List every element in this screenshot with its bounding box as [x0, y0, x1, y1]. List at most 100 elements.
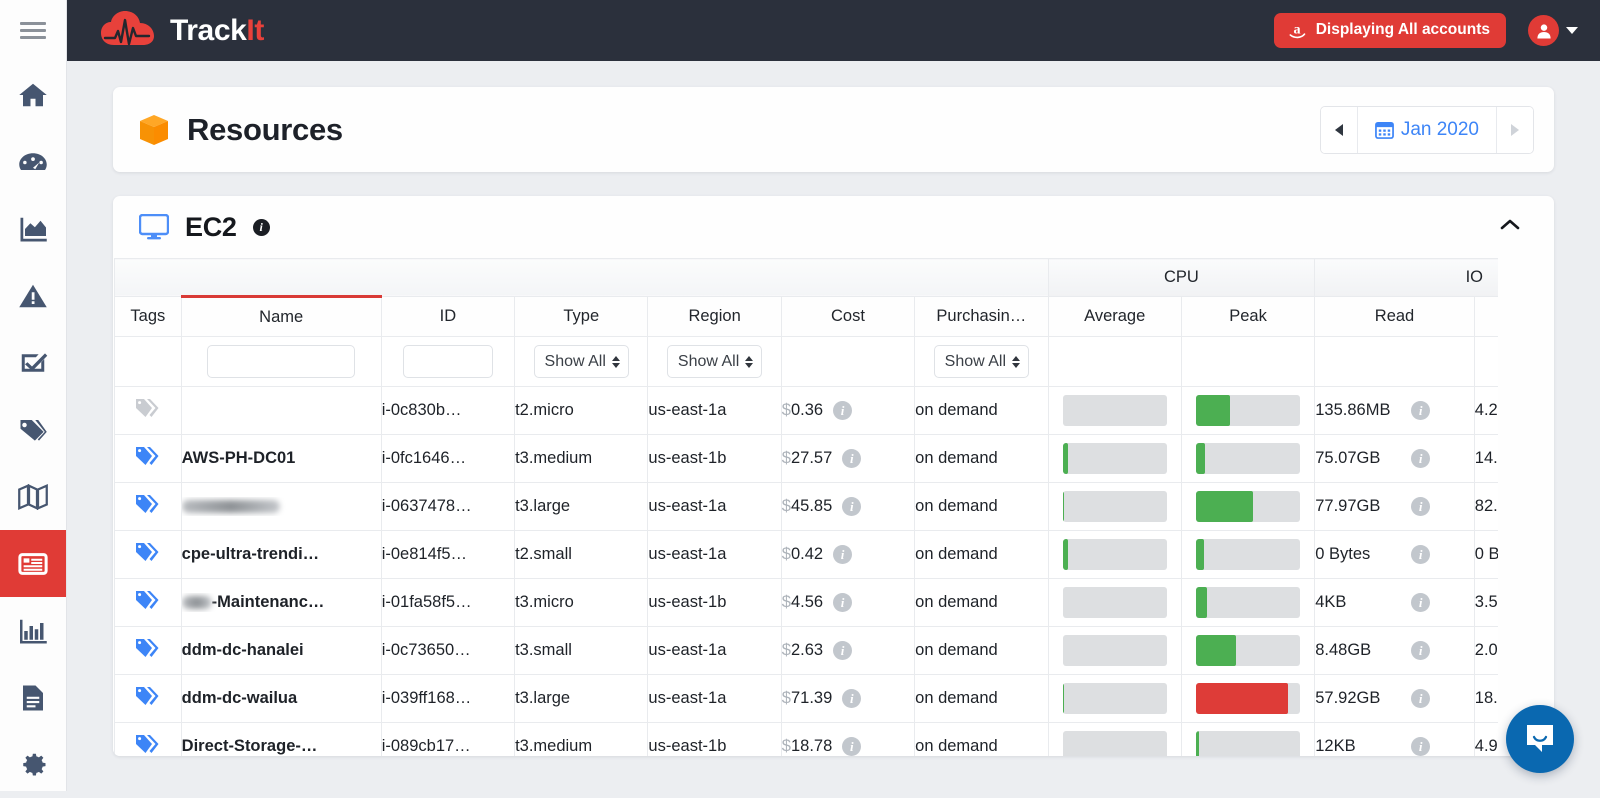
- hamburger-menu-button[interactable]: [0, 0, 66, 61]
- date-prev-button[interactable]: [1321, 107, 1357, 153]
- io-read-info-icon[interactable]: i: [1411, 737, 1430, 756]
- column-header-cost[interactable]: Cost: [781, 297, 914, 337]
- cost-info-icon[interactable]: i: [833, 545, 852, 564]
- chat-launcher-button[interactable]: [1506, 705, 1574, 773]
- cpu-average-gauge: [1063, 587, 1167, 618]
- table-row[interactable]: AWS-PH-DC01i-0fc1646…t3.mediumus-east-1b…: [115, 435, 1499, 483]
- cost-info-icon[interactable]: i: [842, 689, 861, 708]
- cell-id: i-0c73650…: [381, 627, 514, 675]
- table-row[interactable]: Direct-Storage-…i-089cb17…t3.mediumus-ea…: [115, 723, 1499, 757]
- column-header-iowrite[interactable]: Write: [1474, 297, 1498, 337]
- column-header-cpupk[interactable]: Peak: [1181, 297, 1314, 337]
- cost-info-icon[interactable]: i: [842, 737, 861, 756]
- collapse-panel-button[interactable]: [1492, 212, 1528, 242]
- sidebar-item-dashboard[interactable]: [0, 128, 66, 195]
- cost-info-icon[interactable]: i: [833, 401, 852, 420]
- cell-cpu-average: [1048, 627, 1181, 675]
- sidebar-item-tags[interactable]: [0, 396, 66, 463]
- io-read-info-icon[interactable]: i: [1411, 497, 1430, 516]
- cell-io-write: 4.92GBi: [1474, 723, 1498, 757]
- cell-tags[interactable]: [115, 675, 182, 723]
- purchasing-filter-select[interactable]: Show All: [934, 345, 1029, 378]
- currency-symbol: $: [782, 689, 791, 707]
- cell-name: -Maintenanc…: [181, 579, 381, 627]
- tag-icon[interactable]: [135, 397, 161, 419]
- io-read-info-icon[interactable]: i: [1411, 401, 1430, 420]
- brand-logo[interactable]: TrackIt: [101, 11, 264, 51]
- table-row[interactable]: ddm-dc-hanaleii-0c73650…t3.smallus-east-…: [115, 627, 1499, 675]
- cell-tags[interactable]: [115, 435, 182, 483]
- cell-id: i-0e814f5…: [381, 531, 514, 579]
- io-read-info-icon[interactable]: i: [1411, 689, 1430, 708]
- io-read-info-icon[interactable]: i: [1411, 449, 1430, 468]
- tag-icon[interactable]: [135, 445, 161, 467]
- column-header-tags[interactable]: Tags: [115, 297, 182, 337]
- table-row[interactable]: i-0c830b…t2.microus-east-1a$0.36ion dema…: [115, 387, 1499, 435]
- column-header-cpuavg[interactable]: Average: [1048, 297, 1181, 337]
- user-menu-button[interactable]: [1528, 15, 1578, 46]
- cell-tags[interactable]: [115, 627, 182, 675]
- sidebar-item-resources[interactable]: [0, 530, 66, 597]
- name-filter-input[interactable]: [207, 345, 355, 378]
- row-name: -Maintenanc…: [182, 593, 381, 612]
- info-circle-icon[interactable]: i: [253, 219, 270, 236]
- region-filter-select[interactable]: Show All: [667, 345, 762, 378]
- ec2-table-scroll[interactable]: CPUIONetw TagsNameIDTypeRegionCostPurcha…: [114, 258, 1498, 756]
- currency-symbol: $: [782, 497, 791, 515]
- sidebar-item-map[interactable]: [0, 463, 66, 530]
- cell-tags[interactable]: [115, 723, 182, 757]
- sidebar-item-costs[interactable]: [0, 195, 66, 262]
- table-row[interactable]: ddm-dc-wailuai-039ff168…t3.largeus-east-…: [115, 675, 1499, 723]
- cell-region: us-east-1b: [648, 579, 781, 627]
- page-title-text: Resources: [187, 112, 343, 148]
- cell-tags[interactable]: [115, 579, 182, 627]
- tag-icon[interactable]: [135, 589, 161, 611]
- spinner-arrows-icon: [745, 356, 753, 368]
- sidebar-item-documents[interactable]: [0, 664, 66, 731]
- io-read-info-icon[interactable]: i: [1411, 641, 1430, 660]
- sidebar-item-settings[interactable]: [0, 731, 66, 798]
- column-header-type[interactable]: Type: [515, 297, 648, 337]
- cost-info-icon[interactable]: i: [833, 641, 852, 660]
- cell-tags[interactable]: [115, 483, 182, 531]
- column-header-id[interactable]: ID: [381, 297, 514, 337]
- io-read-info-icon[interactable]: i: [1411, 545, 1430, 564]
- tag-icon[interactable]: [135, 685, 161, 707]
- sidebar-item-alerts[interactable]: [0, 262, 66, 329]
- date-picker-button[interactable]: Jan 2020: [1357, 107, 1497, 153]
- sidebar-item-tasks[interactable]: [0, 329, 66, 396]
- group-header-cpu: CPU: [1048, 259, 1315, 297]
- cell-tags[interactable]: [115, 387, 182, 435]
- tag-icon[interactable]: [135, 733, 161, 755]
- sidebar-item-home[interactable]: [0, 61, 66, 128]
- cpu-peak-gauge: [1196, 539, 1300, 570]
- io-read-value: 0 Bytes: [1315, 545, 1411, 564]
- cost-info-icon[interactable]: i: [842, 497, 861, 516]
- type-filter-select[interactable]: Show All: [534, 345, 629, 378]
- arrow-right-icon: [1511, 124, 1519, 136]
- date-next-button[interactable]: [1497, 107, 1533, 153]
- id-filter-input[interactable]: [403, 345, 493, 378]
- column-header-ioread[interactable]: Read: [1315, 297, 1475, 337]
- sidebar-item-reports[interactable]: [0, 597, 66, 664]
- table-row[interactable]: -Maintenanc…i-01fa58f5…t3.microus-east-1…: [115, 579, 1499, 627]
- cell-tags[interactable]: [115, 531, 182, 579]
- filter-cell-io-write: [1474, 337, 1498, 387]
- tag-icon[interactable]: [135, 541, 161, 563]
- region-filter-value: Show All: [678, 353, 739, 371]
- table-row[interactable]: cpe-ultra-trendi…i-0e814f5…t2.smallus-ea…: [115, 531, 1499, 579]
- column-header-region[interactable]: Region: [648, 297, 781, 337]
- io-read-value: 77.97GB: [1315, 497, 1411, 516]
- displaying-accounts-button[interactable]: a Displaying All accounts: [1274, 13, 1506, 48]
- cell-id: i-01fa58f5…: [381, 579, 514, 627]
- column-header-purch[interactable]: Purchasin…: [915, 297, 1048, 337]
- io-read-info-icon[interactable]: i: [1411, 593, 1430, 612]
- cell-cpu-peak: [1181, 627, 1314, 675]
- tag-icon[interactable]: [135, 493, 161, 515]
- cost-info-icon[interactable]: i: [833, 593, 852, 612]
- row-name: ddm-dc-hanalei: [182, 641, 381, 660]
- tag-icon[interactable]: [135, 637, 161, 659]
- cost-info-icon[interactable]: i: [842, 449, 861, 468]
- column-header-name[interactable]: Name: [181, 297, 381, 337]
- table-row[interactable]: i-0637478…t3.largeus-east-1a$45.85ion de…: [115, 483, 1499, 531]
